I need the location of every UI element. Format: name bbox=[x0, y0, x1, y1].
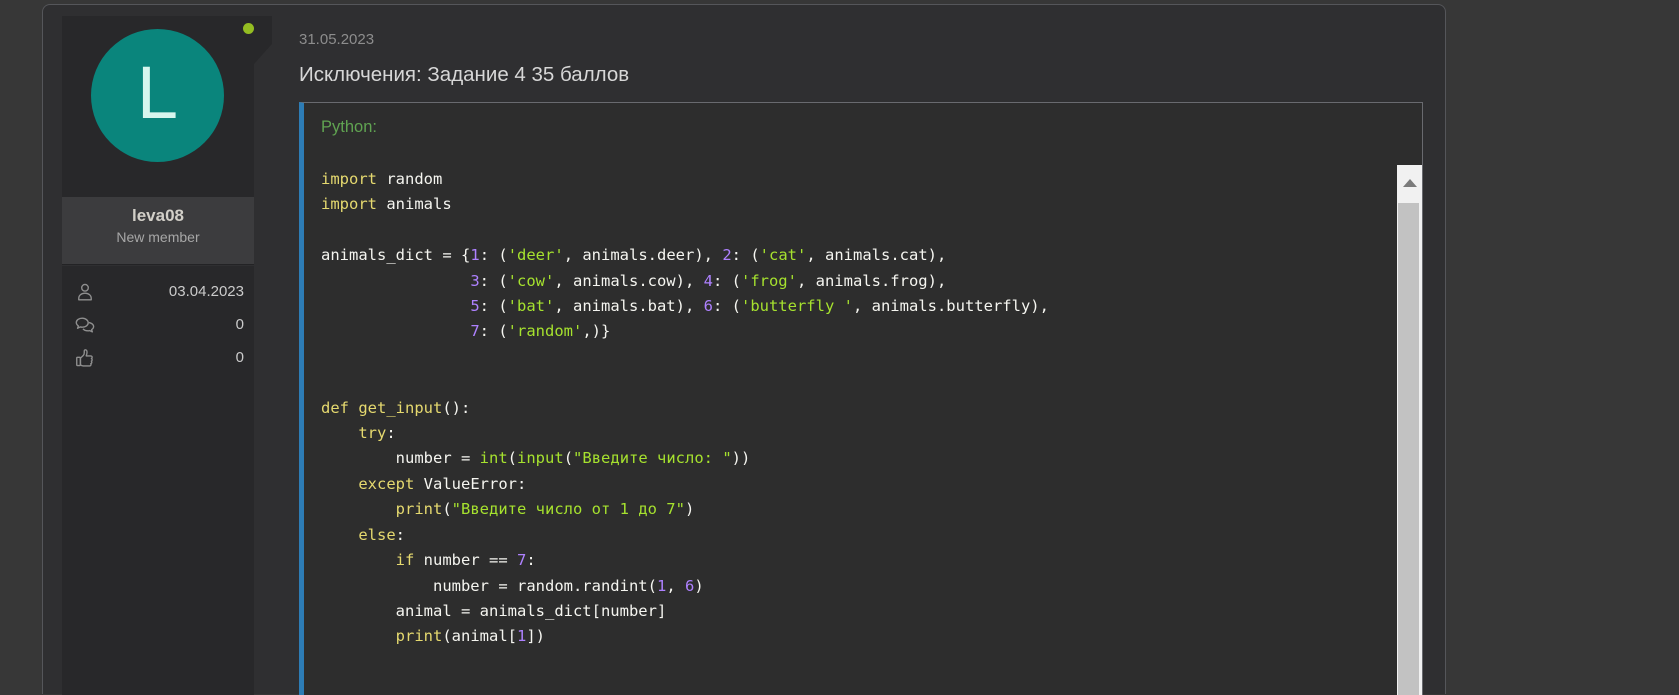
stat-row-likes: 0 bbox=[62, 347, 254, 371]
joined-date: 03.04.2023 bbox=[169, 283, 244, 300]
code-scroll-area[interactable]: import randomimport animals animals_dict… bbox=[304, 153, 1396, 695]
stat-row-messages: 0 bbox=[62, 314, 254, 338]
avatar[interactable]: L bbox=[91, 29, 224, 162]
avatar-cell-arrow bbox=[254, 16, 272, 64]
user-info-cell: leva08 New member bbox=[62, 197, 254, 265]
likes-icon bbox=[74, 347, 96, 369]
code-language-label: Python: bbox=[321, 118, 377, 137]
code-block: Python: import randomimport animals anim… bbox=[299, 102, 1423, 695]
message-card: L leva08 New member 03.04.2023 0 bbox=[42, 4, 1446, 694]
scrollbar-thumb[interactable] bbox=[1398, 203, 1419, 695]
post-title: Исключения: Задание 4 35 баллов bbox=[299, 63, 629, 87]
code-scrollbar[interactable] bbox=[1397, 165, 1422, 695]
username-link[interactable]: leva08 bbox=[62, 206, 254, 226]
scroll-up-icon bbox=[1403, 179, 1417, 187]
user-icon bbox=[74, 281, 96, 303]
online-indicator bbox=[243, 23, 254, 34]
stat-row-joined: 03.04.2023 bbox=[62, 281, 254, 305]
avatar-letter: L bbox=[137, 56, 178, 130]
code-lines: import randomimport animals animals_dict… bbox=[304, 153, 1396, 650]
messages-icon bbox=[74, 314, 96, 336]
scrollbar-up-button[interactable] bbox=[1397, 165, 1422, 201]
post-date-link[interactable]: 31.05.2023 bbox=[299, 31, 374, 48]
user-role: New member bbox=[62, 229, 254, 245]
user-stats-cell: 03.04.2023 0 0 bbox=[62, 266, 254, 695]
likes-count: 0 bbox=[236, 349, 244, 366]
messages-count: 0 bbox=[236, 316, 244, 333]
